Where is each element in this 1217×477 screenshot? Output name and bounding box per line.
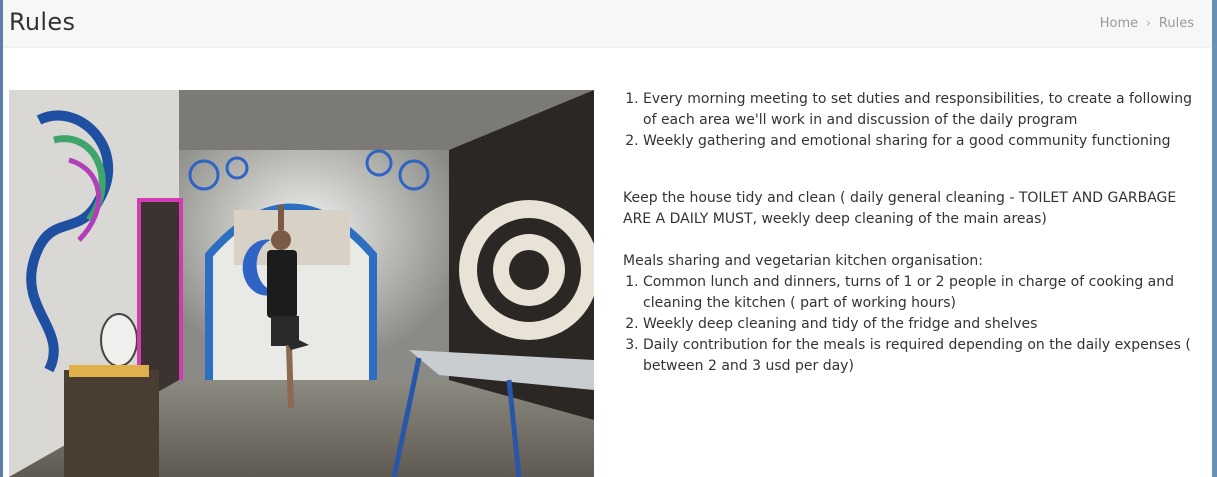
rules-photo bbox=[9, 90, 594, 477]
breadcrumb: Home › Rules bbox=[1100, 16, 1194, 31]
list-item: Common lunch and dinners, turns of 1 or … bbox=[643, 272, 1208, 314]
meetings-list: Every morning meeting to set duties and … bbox=[623, 89, 1208, 152]
window-frame-right bbox=[1212, 0, 1217, 477]
list-item: Every morning meeting to set duties and … bbox=[643, 89, 1208, 131]
meals-list: Common lunch and dinners, turns of 1 or … bbox=[623, 272, 1208, 377]
rules-content: Every morning meeting to set duties and … bbox=[623, 89, 1208, 377]
yoga-room-illustration bbox=[9, 90, 594, 477]
breadcrumb-current: Rules bbox=[1158, 16, 1194, 31]
list-item: Weekly deep cleaning and tidy of the fri… bbox=[643, 314, 1208, 335]
breadcrumb-home-link[interactable]: Home bbox=[1100, 16, 1138, 31]
list-item: Daily contribution for the meals is requ… bbox=[643, 335, 1208, 377]
house-paragraph: Keep the house tidy and clean ( daily ge… bbox=[623, 190, 1177, 227]
list-item: Weekly gathering and emotional sharing f… bbox=[643, 131, 1208, 152]
window-frame-left bbox=[0, 0, 3, 477]
page-title: Rules bbox=[9, 8, 76, 36]
meals-heading: Meals sharing and vegetarian kitchen org… bbox=[623, 253, 984, 269]
breadcrumb-separator-icon: › bbox=[1146, 16, 1151, 30]
page-header: Rules Home › Rules bbox=[3, 0, 1212, 48]
